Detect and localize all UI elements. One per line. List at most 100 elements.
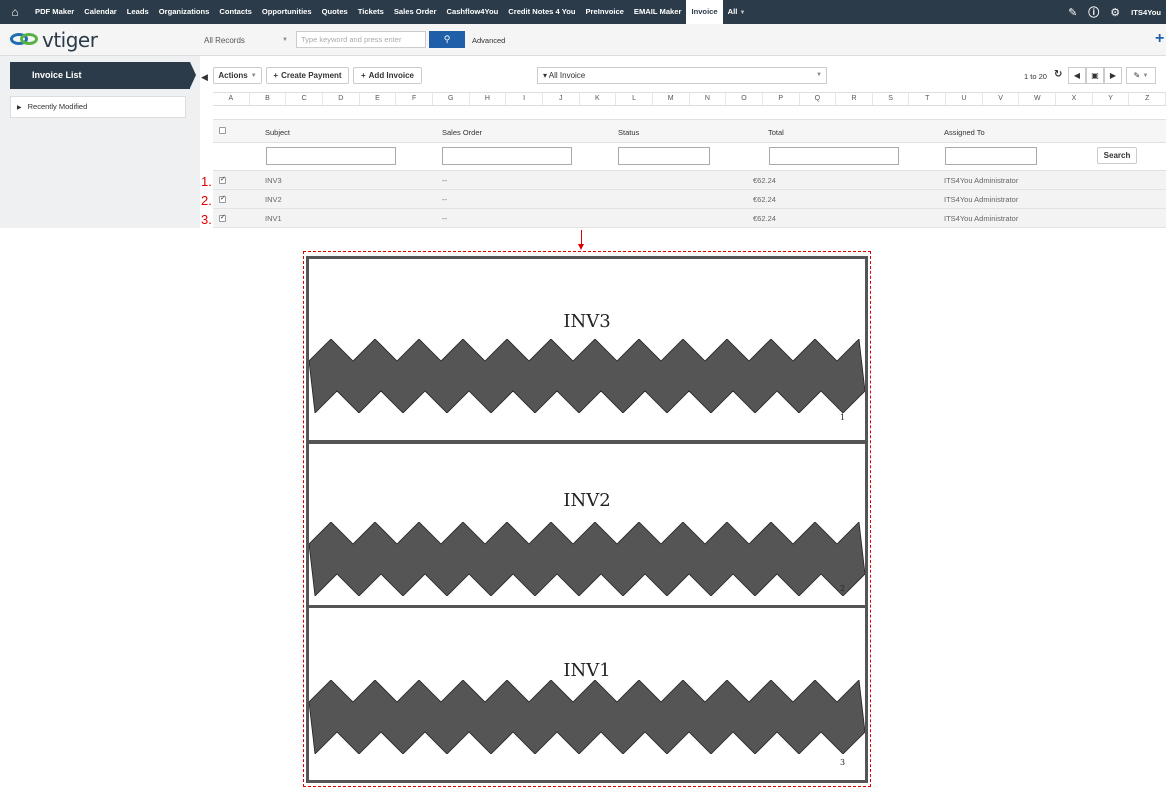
- alphabet-letter-u[interactable]: U: [946, 93, 983, 105]
- alphabet-letter-d[interactable]: D: [323, 93, 360, 105]
- nav-item-cashflow4you[interactable]: Cashflow4You: [441, 0, 503, 24]
- alphabet-letter-q[interactable]: Q: [800, 93, 837, 105]
- pdf-page-title: INV2: [563, 490, 611, 511]
- refresh-icon[interactable]: ↻: [1054, 69, 1062, 80]
- filter-subject-input[interactable]: [266, 147, 396, 165]
- alphabet-letter-x[interactable]: X: [1056, 93, 1093, 105]
- cell-subject[interactable]: INV3: [265, 176, 282, 185]
- next-page-button[interactable]: ▶: [1104, 67, 1122, 84]
- alphabet-letter-h[interactable]: H: [470, 93, 507, 105]
- alphabet-letter-m[interactable]: M: [653, 93, 690, 105]
- records-select[interactable]: All Records ▼: [204, 32, 292, 48]
- collapse-sidebar-icon[interactable]: ◀: [201, 72, 208, 83]
- alphabet-letter-r[interactable]: R: [836, 93, 873, 105]
- filter-status-input[interactable]: [618, 147, 710, 165]
- table-row[interactable]: INV3 -- €62.24 ITS4You Administrator: [213, 171, 1166, 190]
- filter-total-input[interactable]: [769, 147, 899, 165]
- user-menu[interactable]: ITS4You: [1131, 8, 1161, 17]
- filter-sales-order-input[interactable]: [442, 147, 572, 165]
- alphabet-letter-a[interactable]: A: [213, 93, 250, 105]
- pdf-page-number: 3: [840, 758, 846, 767]
- alphabet-letter-z[interactable]: Z: [1129, 93, 1166, 105]
- nav-item-invoice[interactable]: Invoice: [686, 0, 723, 24]
- alphabet-letter-p[interactable]: P: [763, 93, 800, 105]
- create-payment-button[interactable]: + Create Payment: [266, 67, 349, 84]
- column-subject[interactable]: Subject: [265, 128, 290, 137]
- quick-create-icon[interactable]: +: [1155, 30, 1164, 48]
- row-checkbox[interactable]: [219, 194, 226, 203]
- search-input[interactable]: Type keyword and press enter: [296, 31, 426, 48]
- sidebar-invoice-list[interactable]: Invoice List: [10, 62, 196, 89]
- alphabet-letter-l[interactable]: L: [616, 93, 653, 105]
- pdf-page: INV2 2: [306, 441, 868, 609]
- nav-item-all[interactable]: All ▼: [723, 0, 751, 24]
- settings-dropdown-button[interactable]: ✎ ▼: [1126, 67, 1156, 84]
- add-invoice-button[interactable]: + Add Invoice: [353, 67, 422, 84]
- pencil-icon[interactable]: ✎: [1068, 6, 1077, 19]
- filter-select[interactable]: ▾ All Invoice ▼: [537, 67, 827, 84]
- row-checkbox[interactable]: [219, 213, 226, 222]
- alphabet-letter-n[interactable]: N: [690, 93, 727, 105]
- cell-assigned-to: ITS4You Administrator: [944, 195, 1019, 204]
- alphabet-letter-c[interactable]: C: [286, 93, 323, 105]
- table-filter-row: [213, 143, 1166, 171]
- nav-right-tools: ✎ ⓘ ⚙ ITS4You: [1068, 0, 1166, 24]
- table-row[interactable]: INV2 -- €62.24 ITS4You Administrator: [213, 190, 1166, 209]
- column-assigned-to[interactable]: Assigned To: [944, 128, 985, 137]
- alphabet-letter-f[interactable]: F: [396, 93, 433, 105]
- nav-item-sales-order[interactable]: Sales Order: [389, 0, 442, 24]
- gear-icon[interactable]: ⚙: [1110, 6, 1120, 19]
- alphabet-letter-w[interactable]: W: [1019, 93, 1057, 105]
- search-button[interactable]: ⚲: [429, 31, 465, 48]
- plus-icon: +: [273, 71, 279, 80]
- column-total[interactable]: Total: [768, 128, 784, 137]
- records-select-label: All Records: [204, 35, 245, 45]
- column-sales-order[interactable]: Sales Order: [442, 128, 482, 137]
- nav-item-leads[interactable]: Leads: [122, 0, 154, 24]
- cell-assigned-to: ITS4You Administrator: [944, 176, 1019, 185]
- alphabet-letter-o[interactable]: O: [726, 93, 763, 105]
- nav-item-pdf-maker[interactable]: PDF Maker: [30, 0, 79, 24]
- nav-item-quotes[interactable]: Quotes: [317, 0, 353, 24]
- nav-item-organizations[interactable]: Organizations: [154, 0, 215, 24]
- row-checkbox[interactable]: [219, 175, 226, 184]
- chevron-down-icon: ▼: [816, 72, 822, 78]
- alphabet-letter-b[interactable]: B: [250, 93, 287, 105]
- info-icon[interactable]: ⓘ: [1088, 4, 1099, 20]
- alphabet-letter-s[interactable]: S: [873, 93, 910, 105]
- table-row[interactable]: INV1 -- €62.24 ITS4You Administrator: [213, 209, 1166, 228]
- nav-item-opportunities[interactable]: Opportunities: [257, 0, 317, 24]
- cell-subject[interactable]: INV1: [265, 214, 282, 223]
- nav-item-credit-notes[interactable]: Credit Notes 4 You: [503, 0, 580, 24]
- page-jump-button[interactable]: ▣: [1086, 67, 1104, 84]
- nav-item-contacts[interactable]: Contacts: [214, 0, 257, 24]
- alphabet-letter-e[interactable]: E: [360, 93, 397, 105]
- nav-item-preinvoice[interactable]: PreInvoice: [580, 0, 628, 24]
- logo[interactable]: vtiger: [10, 28, 98, 52]
- alphabet-letter-y[interactable]: Y: [1093, 93, 1130, 105]
- column-status[interactable]: Status: [618, 128, 639, 137]
- actions-button[interactable]: Actions ▼: [213, 67, 262, 84]
- alphabet-letter-k[interactable]: K: [580, 93, 617, 105]
- nav-item-calendar[interactable]: Calendar: [79, 0, 122, 24]
- sidebar-recently-modified[interactable]: ▶ Recently Modified: [10, 96, 186, 118]
- prev-page-button[interactable]: ◀: [1068, 67, 1086, 84]
- select-all-checkbox[interactable]: [219, 127, 226, 134]
- nav-item-email-maker[interactable]: EMAIL Maker: [629, 0, 687, 24]
- advanced-search-link[interactable]: Advanced: [472, 36, 505, 45]
- cell-subject[interactable]: INV2: [265, 195, 282, 204]
- alphabet-letter-j[interactable]: J: [543, 93, 580, 105]
- alphabet-letter-i[interactable]: I: [506, 93, 543, 105]
- alphabet-letter-t[interactable]: T: [909, 93, 947, 105]
- cell-sales-order: --: [442, 195, 447, 204]
- logo-text: vtiger: [42, 28, 98, 52]
- filter-assigned-input[interactable]: [945, 147, 1037, 165]
- alphabet-letter-v[interactable]: V: [983, 93, 1020, 105]
- alphabet-letter-g[interactable]: G: [433, 93, 470, 105]
- row-number-annotation: 1.: [201, 174, 212, 189]
- home-icon[interactable]: ⌂: [0, 0, 30, 24]
- cell-assigned-to: ITS4You Administrator: [944, 214, 1019, 223]
- filter-search-button[interactable]: Search: [1097, 147, 1137, 164]
- pdf-page-number: 1: [840, 413, 846, 422]
- nav-item-tickets[interactable]: Tickets: [353, 0, 389, 24]
